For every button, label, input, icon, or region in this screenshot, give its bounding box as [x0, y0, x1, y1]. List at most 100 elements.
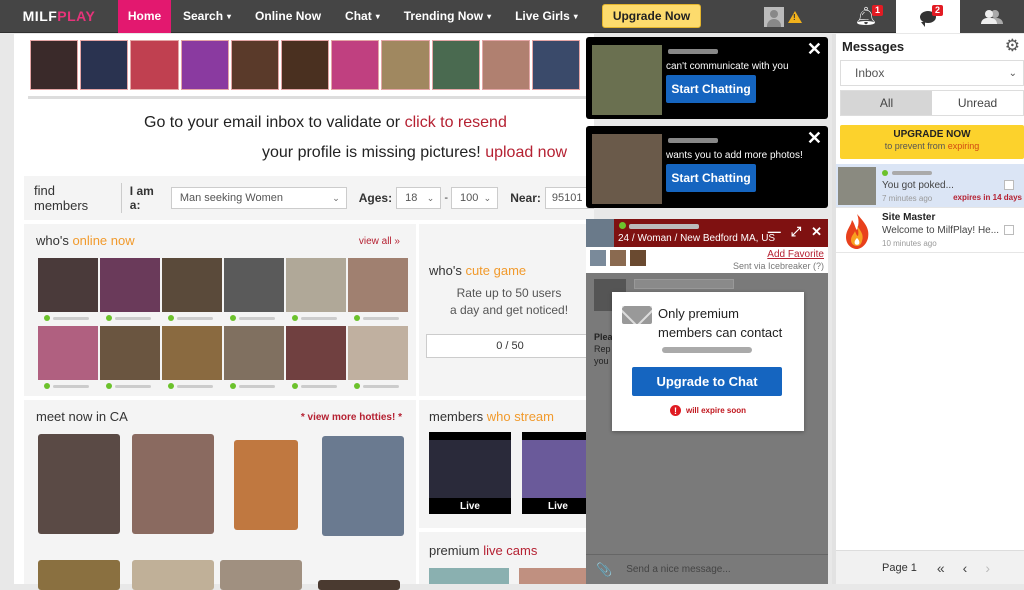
member-photo[interactable]	[348, 258, 408, 312]
photo-thumb[interactable]	[610, 250, 626, 266]
sender-photo[interactable]	[592, 45, 662, 115]
cam-photo[interactable]	[429, 568, 509, 584]
photo-thumb[interactable]	[590, 250, 606, 266]
message-checkbox[interactable]	[1004, 225, 1014, 235]
message-checkbox[interactable]	[1004, 180, 1014, 190]
featured-member-photo[interactable]	[280, 40, 330, 90]
messages-button[interactable]: 2	[896, 0, 960, 33]
expand-icon[interactable]: ⤢	[791, 224, 801, 240]
upgrade-now-button[interactable]: Upgrade Now	[601, 4, 702, 28]
upgrade-to-chat-button[interactable]: Upgrade to Chat	[632, 367, 782, 396]
featured-member-photo[interactable]	[130, 40, 179, 90]
view-more-hotties-link[interactable]: * view more hotties! *	[301, 412, 402, 423]
member-photo[interactable]	[100, 326, 160, 380]
tab-unread[interactable]: Unread	[932, 91, 1023, 115]
start-chatting-button[interactable]: Start Chatting	[666, 75, 756, 103]
member-photo[interactable]	[38, 434, 120, 534]
online-member[interactable]	[100, 326, 160, 392]
add-favorite-link[interactable]: Add Favorite	[767, 249, 824, 260]
online-member[interactable]	[100, 258, 160, 324]
member-photo[interactable]	[224, 326, 284, 380]
nav-online-now[interactable]: Online Now	[243, 0, 333, 33]
profile-avatar[interactable]	[764, 6, 784, 27]
online-member[interactable]	[286, 326, 346, 392]
seeking-select[interactable]: Man seeking Women ⌄	[170, 187, 347, 209]
start-chatting-button[interactable]: Start Chatting	[666, 164, 756, 192]
featured-member-photo[interactable]	[180, 40, 229, 90]
member-photo[interactable]	[162, 258, 222, 312]
member-photo[interactable]	[286, 258, 346, 312]
nav-home[interactable]: Home	[118, 0, 171, 33]
sender-photo[interactable]	[592, 134, 662, 204]
resend-link[interactable]: click to resend	[405, 114, 507, 131]
site-logo[interactable]: MILF PLAY	[0, 0, 118, 33]
upgrade-now-banner[interactable]: UPGRADE NOW to prevent from expiring	[840, 125, 1024, 159]
message-input[interactable]: 📎 Send a nice message...	[586, 554, 828, 584]
sender-name-blurred	[892, 171, 932, 175]
photo-thumb[interactable]	[630, 250, 646, 266]
age-min-select[interactable]: 18 ⌄	[396, 187, 442, 209]
member-photo[interactable]	[100, 258, 160, 312]
view-all-link[interactable]: view all »	[359, 236, 400, 247]
member-photo[interactable]	[322, 436, 404, 536]
featured-member-photo[interactable]	[531, 40, 581, 90]
member-photo[interactable]	[348, 326, 408, 380]
member-photo[interactable]	[38, 560, 120, 590]
member-photo[interactable]	[220, 560, 302, 590]
featured-member-photo[interactable]	[381, 40, 430, 90]
featured-member-photo[interactable]	[431, 40, 480, 90]
online-member[interactable]	[162, 326, 222, 392]
age-max-select[interactable]: 100 ⌄	[451, 187, 499, 209]
warning-icon[interactable]: !	[788, 10, 802, 23]
paperclip-icon[interactable]: 📎	[596, 562, 612, 578]
next-page-icon[interactable]: ›	[985, 560, 990, 576]
live-stream-tile[interactable]: Live	[429, 432, 511, 514]
live-stream-tile[interactable]: Live	[522, 432, 594, 514]
online-member[interactable]	[348, 326, 408, 392]
nav-chat[interactable]: Chat ▾	[333, 0, 392, 33]
close-icon[interactable]: ✕	[811, 224, 822, 240]
online-member[interactable]	[38, 258, 98, 324]
message-list-item[interactable]: Site Master Welcome to MilfPlay! He... 1…	[836, 209, 1024, 253]
member-photo[interactable]	[318, 580, 400, 590]
online-member[interactable]	[162, 258, 222, 324]
minimize-icon[interactable]: —	[768, 224, 781, 240]
tab-all[interactable]: All	[841, 91, 932, 115]
upload-now-link[interactable]: upload now	[485, 144, 567, 161]
cam-photo[interactable]	[519, 568, 594, 584]
member-photo[interactable]	[234, 440, 298, 530]
close-icon[interactable]: ✕	[807, 128, 822, 149]
featured-member-photo[interactable]	[230, 40, 279, 90]
online-member[interactable]	[348, 258, 408, 324]
member-photo[interactable]	[38, 258, 98, 312]
online-member[interactable]	[224, 258, 284, 324]
friends-button[interactable]	[960, 0, 1024, 33]
folder-select[interactable]: Inbox ⌄	[840, 60, 1024, 86]
online-member[interactable]	[224, 326, 284, 392]
member-photo[interactable]	[38, 326, 98, 380]
nav-search[interactable]: Search ▾	[171, 0, 243, 33]
featured-member-photo[interactable]	[30, 40, 79, 90]
cute-game-counter[interactable]: 0 / 50	[426, 334, 594, 358]
sent-via-icebreaker[interactable]: Sent via Icebreaker (?)	[733, 261, 824, 271]
member-photo[interactable]	[132, 434, 214, 534]
message-list-item[interactable]: You got poked... 7 minutes ago expires i…	[836, 164, 1024, 208]
chat-avatar[interactable]	[586, 219, 614, 247]
nav-trending[interactable]: Trending Now ▾	[392, 0, 503, 33]
online-member[interactable]	[38, 326, 98, 392]
featured-member-photo[interactable]	[481, 40, 530, 90]
online-member[interactable]	[286, 258, 346, 324]
member-photo[interactable]	[132, 560, 214, 590]
gear-icon[interactable]: ⚙	[1005, 36, 1020, 56]
featured-member-photo[interactable]	[331, 40, 380, 90]
first-page-icon[interactable]: «	[937, 560, 945, 576]
nav-live-girls[interactable]: Live Girls ▾	[503, 0, 590, 33]
notifications-button[interactable]: 🔔︎ 1	[836, 0, 896, 33]
member-photo[interactable]	[162, 326, 222, 380]
featured-member-photo[interactable]	[80, 40, 129, 90]
prev-page-icon[interactable]: ‹	[963, 560, 968, 576]
close-icon[interactable]: ✕	[807, 39, 822, 60]
member-photo[interactable]	[286, 326, 346, 380]
chat-header[interactable]: 24 / Woman / New Bedford MA, US — ⤢ ✕	[586, 219, 828, 247]
member-photo[interactable]	[224, 258, 284, 312]
